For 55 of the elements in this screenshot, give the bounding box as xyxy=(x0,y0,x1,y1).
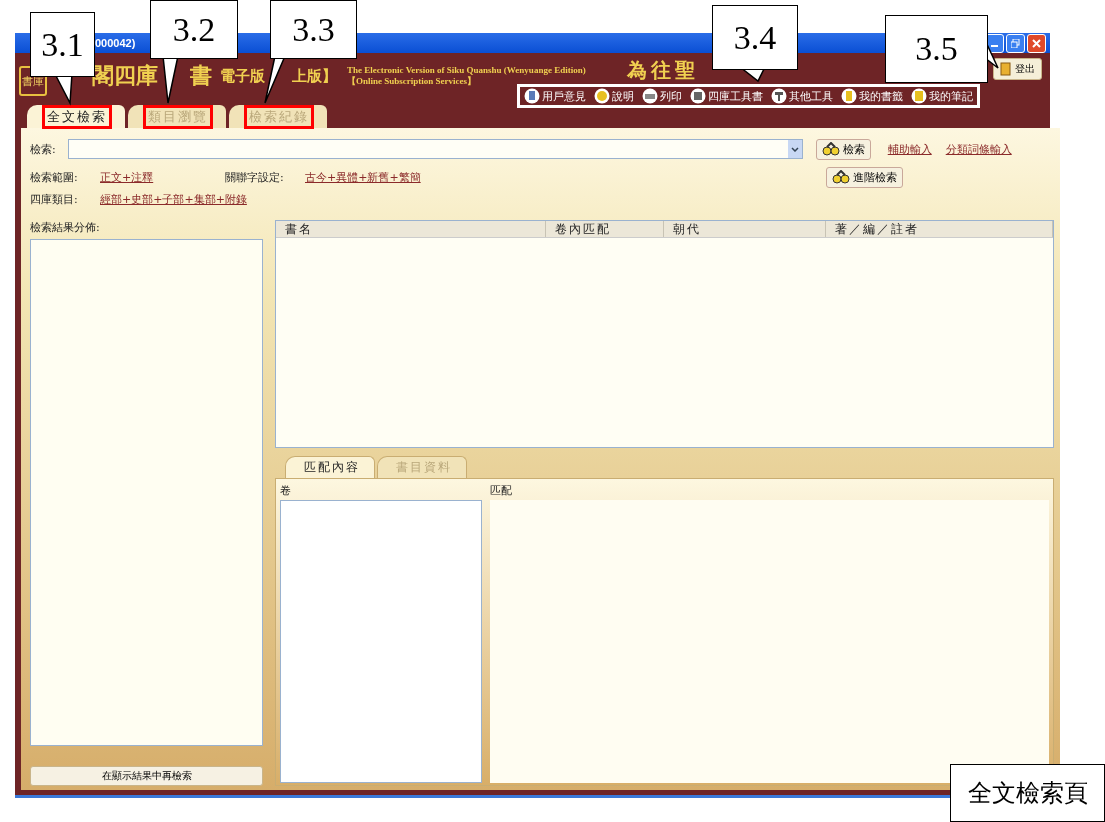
close-icon xyxy=(1032,38,1041,48)
restore-icon xyxy=(1011,38,1020,48)
match-label: 匹配 xyxy=(490,483,513,498)
setting-link[interactable]: 經部+史部+子部+集部+附錄 xyxy=(100,191,247,207)
toolbar-button[interactable]: 我的書籤 xyxy=(841,88,903,104)
tab[interactable]: 匹配內容 xyxy=(285,456,375,478)
search-button[interactable]: 檢索 xyxy=(815,138,871,160)
column-header[interactable]: 書名 xyxy=(276,221,546,237)
english-subtitle: 【Online Subscription Services】 xyxy=(347,74,476,88)
tool-icon xyxy=(771,88,787,104)
callout-label: 3.4 xyxy=(712,5,798,70)
distribution-label: 檢索結果分佈: xyxy=(30,220,101,235)
binoculars-icon xyxy=(832,170,850,184)
tab[interactable]: 全文檢索 xyxy=(27,105,125,128)
toolbar-button[interactable]: 說明 xyxy=(594,88,634,104)
setting-link[interactable]: 古今+異體+新舊+繁簡 xyxy=(305,170,421,184)
highlight-frame: 全文檢索 xyxy=(45,107,109,126)
toolbar-button[interactable]: 其他工具 xyxy=(771,88,833,104)
document-icon xyxy=(524,88,540,104)
setting-label: 檢索範圍: xyxy=(30,170,78,184)
english-subtitle: The Electronic Version of Siku Quanshu (Wenyuange Edition) xyxy=(347,64,586,75)
restore-button[interactable] xyxy=(1006,33,1025,53)
input-link[interactable]: 輔助輸入 xyxy=(887,141,932,157)
volume-label: 卷 xyxy=(280,483,292,498)
setting-link[interactable]: 正文+注釋 xyxy=(100,170,154,184)
motto-text: 為往聖 xyxy=(627,57,699,84)
page-caption: 全文檢索頁 xyxy=(950,764,1105,822)
advanced-search-button[interactable]: 進階檢索 xyxy=(826,166,903,188)
logo-title: 上版】 xyxy=(292,66,337,86)
setting-label: 關聯字設定: xyxy=(225,170,284,184)
binoculars-icon xyxy=(821,142,840,156)
toolbar-button[interactable]: 四庫工具書 xyxy=(690,88,763,104)
column-header[interactable]: 著／編／註者 xyxy=(826,221,1053,237)
search-label: 檢索: xyxy=(30,141,56,157)
input-link[interactable]: 分類詞條輸入 xyxy=(945,141,1012,157)
logo-title: 書 xyxy=(190,61,212,90)
window-title: 000042) xyxy=(95,37,136,49)
logout-button[interactable]: 登出 xyxy=(993,58,1042,80)
toolbar-button[interactable]: 我的筆記 xyxy=(911,88,973,104)
callout-label: 3.1 xyxy=(30,12,95,77)
logo-title: 電子版 xyxy=(220,66,265,86)
callout-label: 3.3 xyxy=(270,0,357,59)
refine-search-button[interactable]: 在顯示結果中再檢索 xyxy=(30,766,263,786)
toolbar-button[interactable]: 用戶意見 xyxy=(524,88,586,104)
close-button[interactable] xyxy=(1027,33,1046,53)
question-icon xyxy=(594,88,610,104)
callout-label: 3.2 xyxy=(150,0,238,59)
column-header[interactable]: 卷內匹配 xyxy=(546,221,664,237)
toolbar-button[interactable]: 列印 xyxy=(642,88,682,104)
search-field[interactable] xyxy=(67,139,803,159)
setting-label: 四庫類目: xyxy=(30,192,78,206)
callout-label: 3.5 xyxy=(885,15,988,83)
highlight-frame: 類目瀏覽 xyxy=(146,107,210,126)
column-header[interactable]: 朝代 xyxy=(664,221,826,237)
highlight-frame: 檢索紀錄 xyxy=(247,107,311,126)
